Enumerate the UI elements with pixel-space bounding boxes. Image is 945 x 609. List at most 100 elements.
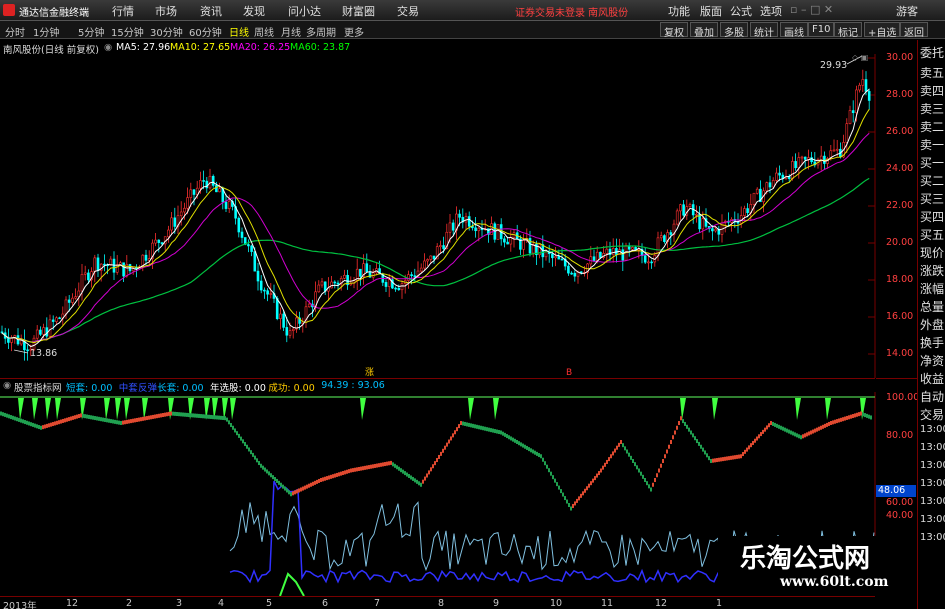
ribbon-segment bbox=[800, 435, 802, 440]
period-tab[interactable]: 月线 bbox=[281, 24, 301, 39]
candle-body bbox=[743, 208, 746, 216]
adjust-button[interactable]: 复权 bbox=[660, 22, 688, 39]
ribbon-segment bbox=[322, 477, 324, 482]
ribbon-segment bbox=[726, 456, 728, 461]
menu-function[interactable]: 功能 bbox=[668, 3, 690, 19]
panel-item[interactable]: 13:00 bbox=[920, 514, 945, 525]
ribbon-segment bbox=[834, 419, 836, 424]
period-tab[interactable]: 周线 bbox=[254, 24, 274, 39]
window-controls[interactable]: ▫ – □ ✕ bbox=[790, 3, 833, 16]
ribbon-segment bbox=[680, 416, 682, 421]
panel-item[interactable]: 买二 bbox=[920, 172, 944, 189]
period-tab-active[interactable]: 日线 bbox=[229, 24, 249, 39]
candle-body bbox=[746, 208, 749, 213]
menu-formula[interactable]: 公式 bbox=[730, 3, 752, 19]
panel-item[interactable]: 13:00 bbox=[920, 496, 945, 507]
candle-body bbox=[400, 283, 404, 291]
candle-body bbox=[307, 303, 311, 308]
indicator-settings-icon[interactable]: ◉ bbox=[3, 380, 11, 391]
ribbon-segment bbox=[644, 478, 646, 482]
draw-button[interactable]: 画线 bbox=[780, 22, 808, 39]
add-watchlist-button[interactable]: +自选 bbox=[864, 22, 901, 39]
menu-options[interactable]: 选项 bbox=[760, 3, 782, 19]
candle-body bbox=[794, 161, 797, 169]
multi-stock-button[interactable]: 多股 bbox=[720, 22, 748, 39]
candlestick-chart[interactable]: 29.93 13.86 涨 B ◇ ▣ bbox=[0, 54, 876, 378]
login-status[interactable]: 证券交易未登录 南风股份 bbox=[515, 4, 628, 19]
panel-item[interactable]: 13:00 bbox=[920, 424, 945, 435]
menu-market[interactable]: 市场 bbox=[155, 3, 177, 19]
panel-item[interactable]: 交易 bbox=[920, 406, 944, 423]
candle-body bbox=[861, 79, 865, 86]
panel-item[interactable]: 卖三 bbox=[920, 100, 944, 117]
period-tab[interactable]: 30分钟 bbox=[150, 24, 183, 39]
panel-item[interactable]: 委托 bbox=[920, 44, 944, 61]
ribbon-segment bbox=[314, 480, 316, 485]
overlay-button[interactable]: 叠加 bbox=[690, 22, 718, 39]
menu-trade[interactable]: 交易 bbox=[397, 3, 419, 19]
period-tab[interactable]: 分时 bbox=[5, 24, 25, 39]
panel-item[interactable]: 卖二 bbox=[920, 118, 944, 135]
menu-layout[interactable]: 版面 bbox=[700, 3, 722, 19]
chart-option-icon[interactable]: ◇ ▣ bbox=[852, 54, 868, 62]
settings-icon[interactable]: ◉ bbox=[104, 42, 112, 53]
period-tab-more[interactable]: 更多 bbox=[344, 24, 364, 39]
panel-item[interactable]: 买三 bbox=[920, 190, 944, 207]
ribbon-segment bbox=[556, 482, 558, 487]
ribbon-segment bbox=[734, 455, 736, 460]
panel-item[interactable]: 涨跌 bbox=[920, 262, 944, 279]
panel-item[interactable]: 自动 bbox=[920, 388, 944, 405]
candle-body bbox=[320, 281, 324, 286]
panel-item[interactable]: 涨幅 bbox=[920, 280, 944, 297]
panel-item[interactable]: 换手 bbox=[920, 334, 944, 351]
ribbon-segment bbox=[464, 421, 466, 426]
time-tick: 5 bbox=[266, 598, 273, 609]
time-tick: 9 bbox=[493, 598, 500, 609]
menu-ask[interactable]: 问小达 bbox=[288, 3, 321, 19]
panel-item[interactable]: 现价 bbox=[920, 244, 944, 261]
period-tab[interactable]: 1分钟 bbox=[33, 24, 59, 39]
ribbon-segment bbox=[714, 458, 716, 463]
mark-button[interactable]: 标记 bbox=[834, 22, 862, 39]
ribbon-segment bbox=[808, 431, 810, 436]
ribbon-segment bbox=[334, 473, 336, 478]
menu-guest[interactable]: 游客 bbox=[896, 3, 918, 19]
menu-news[interactable]: 资讯 bbox=[200, 3, 222, 19]
ribbon-segment bbox=[728, 456, 730, 461]
f10-button[interactable]: F10 bbox=[808, 22, 835, 37]
period-tab[interactable]: 多周期 bbox=[306, 24, 336, 39]
panel-item[interactable]: 收益 bbox=[920, 370, 944, 387]
back-button[interactable]: 返回 bbox=[900, 22, 928, 39]
panel-item[interactable]: 买一 bbox=[920, 154, 944, 171]
ribbon-segment bbox=[744, 449, 746, 454]
ribbon-segment bbox=[616, 445, 618, 450]
panel-item[interactable]: 买四 bbox=[920, 208, 944, 225]
price-axis: 30.00 28.00 26.00 24.00 22.00 20.00 18.00 16.00… bbox=[876, 52, 917, 378]
panel-item[interactable]: 卖四 bbox=[920, 82, 944, 99]
menu-wealth[interactable]: 财富圈 bbox=[342, 3, 375, 19]
panel-item[interactable]: 13:00 bbox=[920, 442, 945, 453]
panel-item[interactable]: 卖五 bbox=[920, 64, 944, 81]
ribbon-segment bbox=[132, 418, 134, 423]
menu-quotes[interactable]: 行情 bbox=[112, 3, 134, 19]
ribbon-segment bbox=[574, 501, 576, 506]
menu-discover[interactable]: 发现 bbox=[243, 3, 265, 19]
ribbon-segment bbox=[746, 447, 748, 452]
panel-item[interactable]: 13:00 bbox=[920, 478, 945, 489]
ribbon-segment bbox=[232, 425, 234, 430]
panel-item[interactable]: 13:00 bbox=[920, 460, 945, 471]
ribbon-segment bbox=[228, 420, 230, 425]
stats-button[interactable]: 统计 bbox=[750, 22, 778, 39]
panel-item[interactable]: 净资 bbox=[920, 352, 944, 369]
ribbon-segment bbox=[118, 420, 120, 425]
ribbon-segment bbox=[16, 417, 18, 422]
panel-item[interactable]: 13:00 bbox=[920, 532, 945, 543]
panel-item[interactable]: 买五 bbox=[920, 226, 944, 243]
period-tab[interactable]: 60分钟 bbox=[189, 24, 222, 39]
panel-item[interactable]: 总量 bbox=[920, 298, 944, 315]
ribbon-segment bbox=[362, 466, 364, 471]
period-tab[interactable]: 5分钟 bbox=[78, 24, 104, 39]
panel-item[interactable]: 卖一 bbox=[920, 136, 944, 153]
panel-item[interactable]: 外盘 bbox=[920, 316, 944, 333]
period-tab[interactable]: 15分钟 bbox=[111, 24, 144, 39]
